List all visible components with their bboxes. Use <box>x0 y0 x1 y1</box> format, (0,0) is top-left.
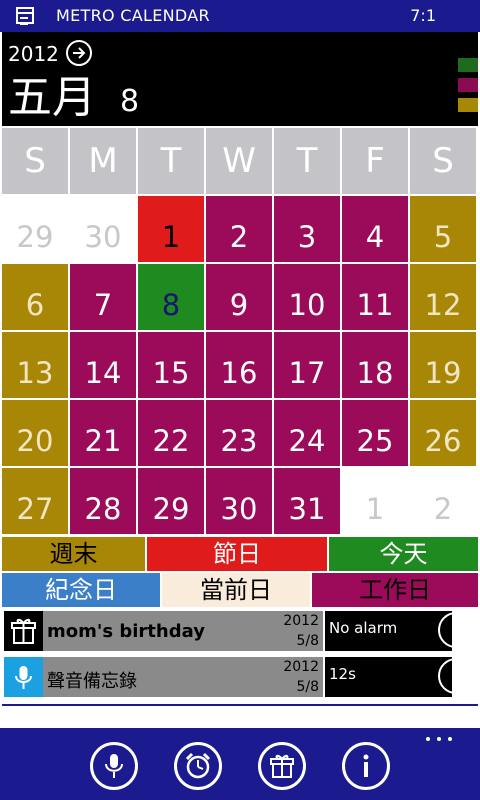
day-cell[interactable]: 3 <box>274 196 340 262</box>
event-status-text: No alarm <box>329 619 398 637</box>
event-body[interactable]: 聲音備忘錄 2012 5/8 <box>43 657 323 697</box>
legend-swatch-today <box>458 58 478 72</box>
weekday-label: S <box>2 128 68 194</box>
event-alarm-status: No alarm <box>325 611 452 651</box>
event-year: 2012 <box>283 613 319 629</box>
day-cell[interactable]: 24 <box>274 400 340 466</box>
weekday-label: T <box>274 128 340 194</box>
weekday-label: S <box>410 128 476 194</box>
day-cell[interactable]: 21 <box>70 400 136 466</box>
event-body[interactable]: mom's birthday 2012 5/8 <box>43 611 323 651</box>
event-date: 5/8 <box>296 633 319 649</box>
calendar-grid: 29 30 1 2 3 4 5 6 7 8 9 10 11 12 13 14 15 16 17 18 19 20 21 22 2… <box>2 196 478 534</box>
event-row[interactable]: mom's birthday 2012 5/8 No alarm <box>2 609 478 653</box>
header-day: 8 <box>120 84 140 119</box>
day-cell[interactable]: 19 <box>410 332 476 398</box>
event-duration: 12s <box>325 657 452 697</box>
weekday-label: T <box>138 128 204 194</box>
legend-workday: 工作日 <box>312 573 478 607</box>
clock: 7:1 <box>410 6 436 25</box>
header-month: 五月 <box>8 72 96 123</box>
weekday-label: M <box>70 128 136 194</box>
day-cell[interactable]: 13 <box>2 332 68 398</box>
day-cell[interactable]: 10 <box>274 264 340 330</box>
day-cell[interactable]: 26 <box>410 400 476 466</box>
calendar-header: 2012 五月 8 <box>2 32 478 126</box>
divider <box>2 704 478 706</box>
day-cell[interactable]: 29 <box>2 196 68 262</box>
day-cell[interactable]: 29 <box>138 468 204 534</box>
weekday-label: W <box>206 128 272 194</box>
day-cell[interactable]: 30 <box>70 196 136 262</box>
day-cell[interactable]: 18 <box>342 332 408 398</box>
day-cell[interactable]: 16 <box>206 332 272 398</box>
day-cell[interactable]: 9 <box>206 264 272 330</box>
gift-icon <box>4 611 43 651</box>
day-cell[interactable]: 31 <box>274 468 340 534</box>
play-icon[interactable] <box>438 658 474 694</box>
event-date: 5/8 <box>296 679 319 695</box>
candle-icon[interactable] <box>438 612 474 648</box>
legend-swatch-weekend <box>458 98 478 112</box>
day-cell[interactable]: 8 <box>138 264 204 330</box>
day-cell[interactable]: 14 <box>70 332 136 398</box>
day-cell[interactable]: 15 <box>138 332 204 398</box>
day-cell[interactable]: 1 <box>138 196 204 262</box>
microphone-icon <box>4 657 43 697</box>
day-cell[interactable]: 4 <box>342 196 408 262</box>
day-cell[interactable]: 7 <box>70 264 136 330</box>
day-cell[interactable]: 2 <box>206 196 272 262</box>
event-row[interactable]: 聲音備忘錄 2012 5/8 12s <box>2 655 478 699</box>
legend-weekend: 週末 <box>2 537 145 571</box>
day-cell[interactable]: 6 <box>2 264 68 330</box>
weekday-label: F <box>342 128 408 194</box>
legend-current-day: 當前日 <box>162 573 310 607</box>
day-cell[interactable]: 20 <box>2 400 68 466</box>
legend-swatch-workday <box>458 78 478 92</box>
day-cell[interactable]: 28 <box>70 468 136 534</box>
day-cell[interactable]: 17 <box>274 332 340 398</box>
day-cell[interactable]: 12 <box>410 264 476 330</box>
more-dots-icon[interactable] <box>426 734 456 744</box>
info-icon[interactable] <box>342 742 390 790</box>
legend-today: 今天 <box>329 537 478 571</box>
event-title: mom's birthday <box>47 621 205 642</box>
day-cell[interactable]: 30 <box>206 468 272 534</box>
event-status-text: 12s <box>329 665 356 683</box>
event-title: 聲音備忘錄 <box>47 671 137 692</box>
status-bar: METRO CALENDAR 7:1 <box>0 0 480 32</box>
calendar-icon <box>16 7 34 25</box>
day-cell[interactable]: 1 <box>342 468 408 534</box>
header-year: 2012 <box>8 42 59 66</box>
legend-anniversary: 紀念日 <box>2 573 160 607</box>
weekday-header: S M T W T F S <box>2 128 478 194</box>
gift-icon[interactable] <box>258 742 306 790</box>
day-cell[interactable]: 25 <box>342 400 408 466</box>
alarm-clock-icon[interactable] <box>174 742 222 790</box>
app-title: METRO CALENDAR <box>56 6 210 25</box>
day-cell[interactable]: 22 <box>138 400 204 466</box>
day-cell[interactable]: 27 <box>2 468 68 534</box>
event-year: 2012 <box>283 659 319 675</box>
day-cell[interactable]: 11 <box>342 264 408 330</box>
day-cell[interactable]: 2 <box>410 468 476 534</box>
legend-holiday: 節日 <box>147 537 327 571</box>
microphone-icon[interactable] <box>90 742 138 790</box>
day-cell[interactable]: 5 <box>410 196 476 262</box>
arrow-right-circle-icon[interactable] <box>66 40 92 66</box>
day-cell[interactable]: 23 <box>206 400 272 466</box>
app-bar <box>0 728 480 800</box>
